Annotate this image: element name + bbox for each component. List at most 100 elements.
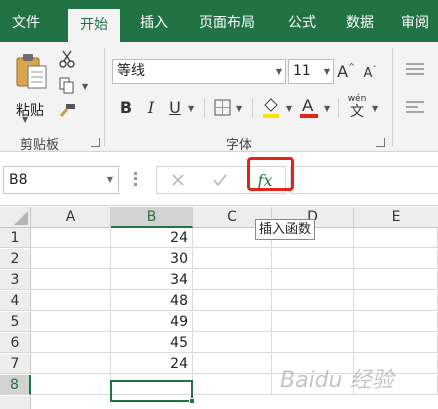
font-size-value: 11	[293, 63, 311, 79]
insert-function-tooltip: 插入函数	[255, 219, 316, 240]
font-size-combobox[interactable]: 11 ▼	[288, 59, 334, 84]
bold-icon[interactable]: B	[116, 96, 136, 118]
tab-file[interactable]: 文件	[0, 0, 52, 42]
column-header-a[interactable]: A	[31, 207, 111, 228]
active-cell-selection	[110, 380, 193, 402]
column-header-e[interactable]: E	[354, 207, 438, 228]
font-dialog-launcher[interactable]	[376, 138, 385, 147]
font-name-value: 等线	[117, 63, 145, 79]
name-box[interactable]: B8 ▼	[3, 166, 119, 194]
cell-c7[interactable]	[193, 354, 272, 374]
cell-e3[interactable]	[354, 270, 438, 290]
row-header[interactable]: 6	[0, 333, 31, 353]
font-button-divider	[252, 98, 253, 118]
cell-a6[interactable]	[31, 333, 111, 353]
svg-text:A: A	[302, 96, 314, 115]
font-button-divider	[204, 98, 205, 118]
cell-b3[interactable]: 34	[111, 270, 193, 290]
cell-e4[interactable]	[354, 291, 438, 311]
cell-a2[interactable]	[31, 249, 111, 269]
cell-d6[interactable]	[272, 333, 354, 353]
cell-a5[interactable]	[31, 312, 111, 332]
cell-d4[interactable]	[272, 291, 354, 311]
font-button-divider	[338, 98, 339, 118]
tab-review[interactable]: 审阅	[392, 0, 438, 42]
phonetic-pinyin: wén	[347, 94, 367, 104]
excel-window: 文件 开始 插入 页面布局 公式 数据 审阅 粘贴 ▼ ▼ 剪贴板 等线 ▼ 1…	[0, 0, 438, 409]
fill-handle[interactable]	[189, 398, 195, 404]
font-name-combobox[interactable]: 等线 ▼	[112, 59, 286, 84]
phonetic-dropdown-arrow[interactable]: ▼	[372, 104, 378, 113]
font-color-dropdown-arrow[interactable]: ▼	[324, 104, 330, 113]
cell-a4[interactable]	[31, 291, 111, 311]
cancel-icon[interactable]	[163, 169, 193, 191]
paste-label: 粘贴	[16, 103, 44, 119]
cell-c4[interactable]	[193, 291, 272, 311]
enter-icon[interactable]	[205, 169, 235, 191]
phonetic-guide-icon[interactable]: wén 文	[344, 92, 370, 122]
cell-a8[interactable]	[31, 375, 111, 395]
formula-input[interactable]	[290, 166, 438, 194]
align-top-icon[interactable]	[404, 60, 426, 78]
row-header[interactable]: 5	[0, 312, 31, 332]
align-left-icon[interactable]	[404, 98, 426, 116]
cell-b1[interactable]: 24	[111, 228, 193, 248]
cell-a3[interactable]	[31, 270, 111, 290]
borders-dropdown-arrow[interactable]: ▼	[236, 104, 242, 113]
paste-dropdown-arrow[interactable]: ▼	[22, 115, 28, 124]
tab-data[interactable]: 数据	[334, 0, 386, 42]
tab-insert[interactable]: 插入	[128, 0, 180, 42]
cell-d5[interactable]	[272, 312, 354, 332]
cell-c2[interactable]	[193, 249, 272, 269]
font-color-icon[interactable]: A	[298, 94, 320, 120]
tab-formulas[interactable]: 公式	[276, 0, 328, 42]
cell-d2[interactable]	[272, 249, 354, 269]
cut-icon[interactable]	[58, 50, 76, 68]
fill-color-dropdown-arrow[interactable]: ▼	[286, 104, 292, 113]
clipboard-dialog-launcher[interactable]	[91, 138, 100, 147]
cell-e5[interactable]	[354, 312, 438, 332]
increase-font-size-icon[interactable]: A ^	[336, 60, 356, 82]
cell-a1[interactable]	[31, 228, 111, 248]
font-group-label: 字体	[226, 138, 253, 153]
row-header[interactable]: 1	[0, 228, 31, 248]
underline-icon[interactable]: U	[166, 96, 184, 118]
cell-d3[interactable]	[272, 270, 354, 290]
tab-page-layout[interactable]: 页面布局	[190, 0, 264, 42]
cell-c3[interactable]	[193, 270, 272, 290]
cell-b6[interactable]: 45	[111, 333, 193, 353]
tab-home[interactable]: 开始	[68, 9, 120, 42]
format-painter-icon[interactable]	[58, 102, 76, 120]
cell-b4[interactable]: 48	[111, 291, 193, 311]
row-header[interactable]: 4	[0, 291, 31, 311]
highlight-box	[247, 157, 294, 191]
row-header[interactable]: 7	[0, 354, 31, 374]
borders-icon[interactable]	[212, 97, 232, 117]
clipboard-group-label: 剪贴板	[20, 138, 60, 153]
cell-e1[interactable]	[354, 228, 438, 248]
row-header[interactable]: 8	[0, 375, 31, 395]
decrease-font-size-icon[interactable]: Aˇ	[360, 62, 380, 84]
cell-a7[interactable]	[31, 354, 111, 374]
italic-icon[interactable]: I	[142, 96, 160, 118]
cell-e6[interactable]	[354, 333, 438, 353]
cell-c5[interactable]	[193, 312, 272, 332]
row-header[interactable]: 2	[0, 249, 31, 269]
cell-e2[interactable]	[354, 249, 438, 269]
copy-dropdown-arrow[interactable]: ▼	[82, 82, 88, 91]
cell-b2[interactable]: 30	[111, 249, 193, 269]
column-header-b[interactable]: B	[111, 207, 193, 228]
copy-icon[interactable]	[58, 76, 76, 94]
row-header[interactable]: 3	[0, 270, 31, 290]
ribbon: 粘贴 ▼ ▼ 剪贴板 等线 ▼ 11 ▼ A ^ Aˇ B I U ▼ ▼ ▼ …	[0, 42, 438, 153]
watermark: Baidu 经验	[280, 368, 394, 393]
chevron-down-icon: ▼	[106, 175, 113, 184]
paste-button[interactable]: 粘贴	[10, 52, 50, 119]
cell-c8[interactable]	[193, 375, 272, 395]
underline-dropdown-arrow[interactable]: ▼	[188, 104, 194, 113]
cell-b7[interactable]: 24	[111, 354, 193, 374]
cell-c6[interactable]	[193, 333, 272, 353]
fill-color-icon[interactable]	[260, 94, 282, 120]
select-all-corner[interactable]	[0, 207, 31, 228]
cell-b5[interactable]: 49	[111, 312, 193, 332]
